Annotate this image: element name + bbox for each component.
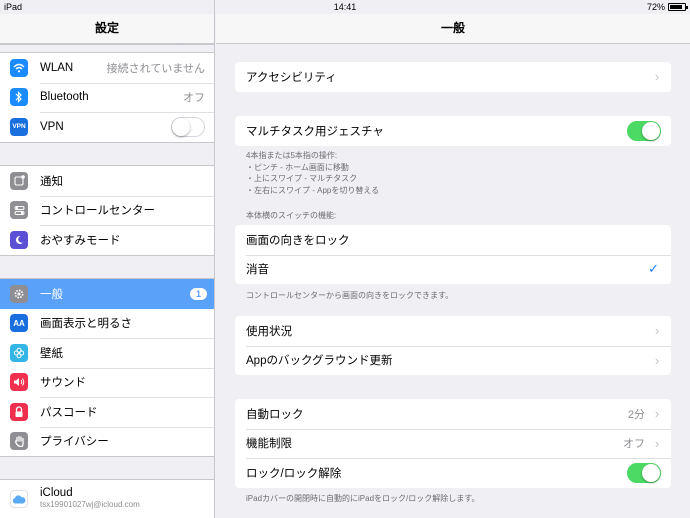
chevron-right-icon: › xyxy=(654,435,660,451)
sidebar-item-bluetooth[interactable]: Bluetooth オフ xyxy=(0,82,214,113)
chevron-right-icon: › xyxy=(654,352,660,368)
lock-unlock-label: ロック/ロック解除 xyxy=(246,467,342,480)
sidebar-item-vpn[interactable]: VPN VPN xyxy=(0,112,214,142)
side-switch-group: 画面の向きをロック 消音 ✓ xyxy=(235,225,671,284)
sidebar-item-wallpaper[interactable]: 壁紙 xyxy=(0,338,214,368)
mute-row[interactable]: 消音 ✓ xyxy=(235,254,671,285)
note-line: 4本指または5本指の操作: xyxy=(246,151,338,160)
update-badge: 1 xyxy=(189,287,207,300)
multitask-gestures-note: 4本指または5本指の操作: ・ピンチ - ホーム画面に移動 ・上にスワイプ - … xyxy=(246,150,379,196)
sidebar-item-label: WLAN xyxy=(40,61,74,74)
sidebar-item-privacy[interactable]: プライバシー xyxy=(0,426,214,457)
sidebar-item-label: 通知 xyxy=(40,175,63,188)
sidebar-item-wlan[interactable]: WLAN 接続されていません xyxy=(0,53,214,83)
display-icon: AA xyxy=(10,314,28,333)
sidebar-group-network: WLAN 接続されていません Bluetooth オフ VPN VPN xyxy=(0,52,214,143)
wifi-icon xyxy=(10,58,28,77)
sidebar-item-label: Bluetooth xyxy=(40,91,89,104)
sidebar-item-label: 画面表示と明るさ xyxy=(40,318,132,331)
battery-icon xyxy=(668,3,688,11)
accessibility-group: アクセシビリティ › xyxy=(235,62,671,92)
restrictions-value: オフ xyxy=(623,438,645,451)
sidebar-item-label: コントロールセンター xyxy=(40,205,155,218)
hand-icon xyxy=(10,432,28,451)
checkmark-icon: ✓ xyxy=(648,261,659,277)
multitask-gestures-toggle[interactable] xyxy=(627,120,661,141)
notifications-icon xyxy=(10,171,28,190)
icloud-icon xyxy=(10,490,28,508)
usage-row[interactable]: 使用状況 › xyxy=(235,316,671,346)
multitask-gestures-label: マルチタスク用ジェスチャ xyxy=(246,125,384,138)
side-switch-header: 本体横のスイッチの機能: xyxy=(246,211,337,220)
sidebar-item-label: パスコード xyxy=(40,406,98,419)
gear-icon xyxy=(10,284,28,303)
wlan-status: 接続されていません xyxy=(106,62,205,75)
sidebar-item-icloud[interactable]: iCloud tsx19901027wj@icloud.com xyxy=(0,480,214,518)
usage-label: 使用状況 xyxy=(246,325,292,338)
accessibility-label: アクセシビリティ xyxy=(246,71,337,84)
sidebar-item-notifications[interactable]: 通知 xyxy=(0,166,214,196)
moon-icon xyxy=(10,230,28,249)
note-line: ・左右にスワイプ - Appを切り替える xyxy=(246,185,380,195)
vpn-toggle[interactable] xyxy=(171,116,205,137)
general-settings-pane: 一般 アクセシビリティ › マルチタスク用ジェスチャ 4本指または5本指の操作:… xyxy=(216,0,690,518)
note-line: ・上にスワイプ - マルチタスク xyxy=(246,174,358,183)
accessibility-row[interactable]: アクセシビリティ › xyxy=(235,62,671,92)
lock-rotation-row[interactable]: 画面の向きをロック xyxy=(235,225,671,255)
background-refresh-label: Appのバックグラウンド更新 xyxy=(246,355,393,368)
mute-label: 消音 xyxy=(246,264,269,277)
bluetooth-icon xyxy=(10,88,28,107)
bluetooth-status: オフ xyxy=(183,92,205,105)
sidebar-item-control-center[interactable]: コントロールセンター xyxy=(0,195,214,226)
sidebar-item-label: VPN xyxy=(40,120,64,133)
chevron-right-icon: › xyxy=(654,323,660,339)
icloud-account-email: tsx19901027wj@icloud.com xyxy=(40,500,140,509)
sidebar-group-notifications: 通知 コントロールセンター おやすみモード xyxy=(0,165,214,256)
sidebar-title: 設定 xyxy=(0,14,214,44)
sidebar-item-label: 壁紙 xyxy=(40,347,63,360)
sidebar-item-passcode[interactable]: パスコード xyxy=(0,397,214,427)
restrictions-row[interactable]: 機能制限 オフ › xyxy=(235,428,671,459)
control-center-icon xyxy=(10,201,28,220)
battery-percent: 72% xyxy=(646,2,665,12)
multitask-gestures-row: マルチタスク用ジェスチャ xyxy=(235,116,671,146)
chevron-right-icon: › xyxy=(654,69,660,85)
sidebar-item-label: プライバシー xyxy=(40,436,109,449)
icloud-label: iCloud xyxy=(40,487,73,499)
usage-group: 使用状況 › Appのバックグラウンド更新 › xyxy=(235,316,671,375)
clock: 14:41 xyxy=(333,2,357,12)
lock-group: 自動ロック 2分 › 機能制限 オフ › ロック/ロック解除 xyxy=(235,399,671,488)
auto-lock-row[interactable]: 自動ロック 2分 › xyxy=(235,399,671,429)
sidebar-item-label: サウンド xyxy=(40,377,86,390)
sidebar-item-label: 一般 xyxy=(40,288,63,301)
settings-sidebar: 設定 WLAN 接続されていません Bluetooth オフ VPN VPN 通… xyxy=(0,0,215,518)
page-title: 一般 xyxy=(216,14,690,44)
chevron-right-icon: › xyxy=(654,406,660,422)
battery-indicator: 72% xyxy=(646,2,688,12)
side-switch-note: コントロールセンターから画面の向きをロックできます。 xyxy=(246,291,454,300)
status-bar: iPad 14:41 72% xyxy=(0,0,690,14)
wallpaper-icon xyxy=(10,343,28,362)
lock-rotation-label: 画面の向きをロック xyxy=(246,234,350,247)
sidebar-item-general[interactable]: 一般 1 xyxy=(0,279,214,309)
background-refresh-row[interactable]: Appのバックグラウンド更新 › xyxy=(235,345,671,376)
auto-lock-value: 2分 xyxy=(627,408,645,421)
sidebar-item-sound[interactable]: サウンド xyxy=(0,367,214,398)
multitask-group: マルチタスク用ジェスチャ xyxy=(235,116,671,146)
auto-lock-label: 自動ロック xyxy=(246,408,304,421)
sidebar-group-general: 一般 1 AA 画面表示と明るさ 壁紙 サウンド パスコード プライバシー xyxy=(0,278,214,457)
lock-unlock-note: iPadカバーの開閉時に自動的にiPadをロック/ロック解除します。 xyxy=(246,494,480,503)
sound-icon xyxy=(10,373,28,392)
lock-icon xyxy=(10,402,28,421)
sidebar-item-display[interactable]: AA 画面表示と明るさ xyxy=(0,309,214,339)
lock-unlock-toggle[interactable] xyxy=(627,462,661,483)
sidebar-group-accounts: iCloud tsx19901027wj@icloud.com xyxy=(0,479,214,518)
sidebar-item-label: おやすみモード xyxy=(40,234,121,247)
restrictions-label: 機能制限 xyxy=(246,438,292,451)
sidebar-item-do-not-disturb[interactable]: おやすみモード xyxy=(0,225,214,255)
vpn-icon: VPN xyxy=(10,117,28,136)
lock-unlock-row: ロック/ロック解除 xyxy=(235,458,671,488)
note-line: ・ピンチ - ホーム画面に移動 xyxy=(246,162,349,172)
